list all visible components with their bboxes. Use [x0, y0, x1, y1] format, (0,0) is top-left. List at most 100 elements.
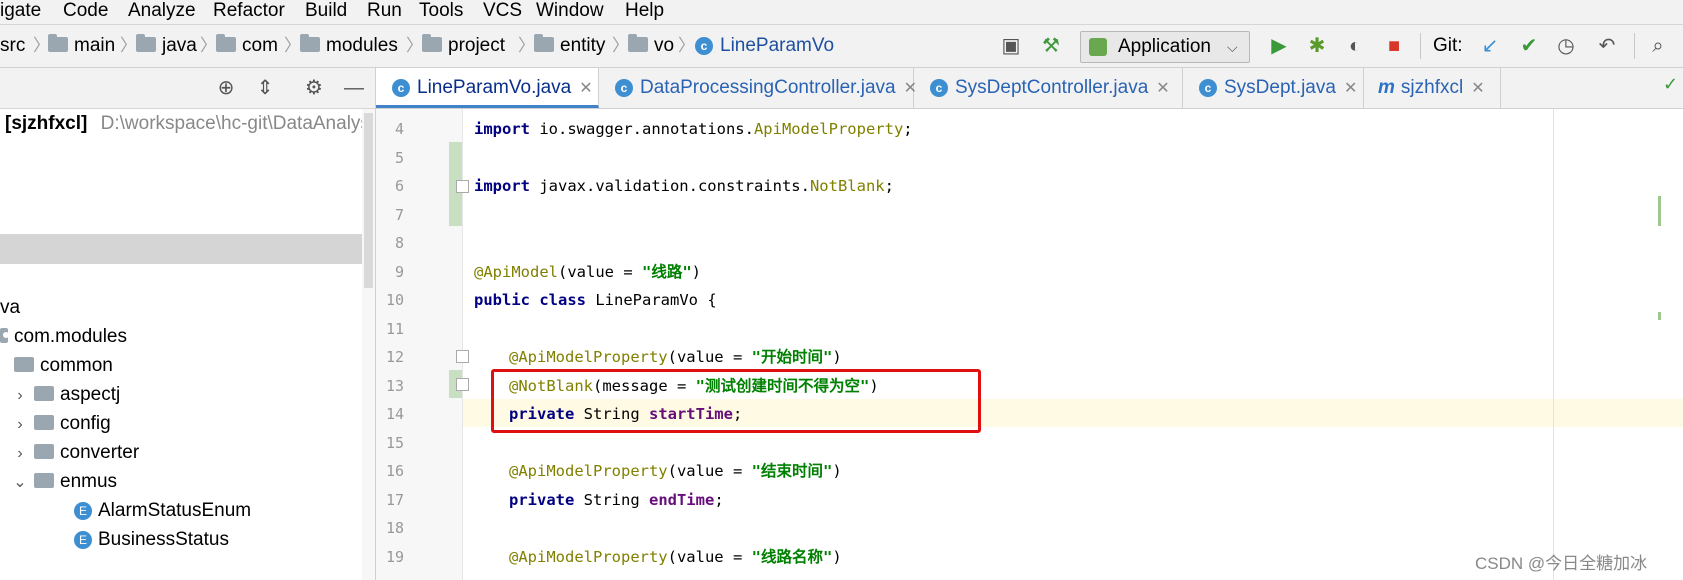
debug-icon[interactable]: ✱ — [1304, 33, 1330, 59]
git-update-icon[interactable]: ↙ — [1477, 33, 1503, 59]
line-number: 16 — [385, 462, 404, 480]
tree-item-alarmstatusenum[interactable]: E AlarmStatusEnum — [74, 496, 251, 526]
build-hammer-icon[interactable]: ⚒ — [1038, 33, 1064, 59]
tab-sysdeptcontroller[interactable]: c SysDeptController.java ✕ — [914, 68, 1183, 108]
locate-icon[interactable]: ⊕ — [213, 75, 239, 101]
chevron-down-icon: ⌵ — [1227, 39, 1238, 55]
tab-sysdept[interactable]: c SysDept.java ✕ — [1183, 68, 1364, 108]
rollback-icon[interactable]: ↶ — [1594, 33, 1620, 59]
menu-build[interactable]: Build — [305, 0, 347, 22]
project-panel-header: ⊕ ⇕ ⚙ — — [0, 68, 376, 109]
tree-item-common[interactable]: common — [14, 351, 113, 381]
breadcrumb-main[interactable]: main — [48, 25, 115, 67]
tab-dataprocessingcontroller[interactable]: c DataProcessingController.java ✕ — [599, 68, 917, 108]
code-line[interactable]: @ApiModelProperty(value = "结束时间") — [509, 461, 842, 481]
breadcrumb-project[interactable]: project — [422, 25, 505, 67]
coverage-icon[interactable]: ◐ — [1342, 33, 1368, 59]
menu-vcs[interactable]: VCS — [483, 0, 522, 22]
scroll-change-marker[interactable] — [1658, 312, 1661, 320]
project-tree: [sjzhfxcl] D:\workspace\hc-git\DataAnaly… — [0, 109, 370, 580]
collapse-icon[interactable]: ⇕ — [252, 75, 278, 101]
history-icon[interactable]: ◷ — [1553, 33, 1579, 59]
package-icon — [0, 328, 9, 343]
project-root-name: [sjzhfxcl] — [5, 113, 88, 134]
code-line[interactable]: @ApiModelProperty(value = "开始时间") — [509, 347, 842, 367]
close-icon[interactable]: ✕ — [1344, 80, 1357, 97]
chevron-right-icon[interactable]: › — [12, 439, 28, 469]
run-icon[interactable]: ▶ — [1266, 33, 1292, 59]
tree-item-config[interactable]: › config — [12, 409, 110, 440]
folder-icon — [216, 34, 236, 52]
git-label: Git: — [1433, 35, 1463, 56]
tree-item-enmus[interactable]: ⌄ enmus — [12, 467, 117, 497]
class-icon: c — [615, 79, 633, 97]
scrollbar-thumb[interactable] — [364, 113, 373, 288]
class-icon: c — [1199, 79, 1217, 97]
tree-item-aspectj[interactable]: › aspectj — [12, 380, 120, 410]
line-number: 13 — [385, 377, 404, 395]
project-root-path: D:\workspace\hc-git\DataAnalys — [100, 113, 370, 134]
project-root[interactable]: [sjzhfxcl] D:\workspace\hc-git\DataAnaly… — [5, 109, 370, 139]
code-line[interactable]: import javax.validation.constraints.NotB… — [474, 176, 894, 196]
code-line[interactable]: private String endTime; — [509, 490, 724, 510]
settings-icon[interactable]: ⚙ — [301, 75, 327, 101]
enum-icon: E — [74, 502, 92, 520]
menu-refactor[interactable]: Refactor — [213, 0, 285, 22]
search-icon[interactable]: ⌕ — [1645, 33, 1671, 59]
line-number: 4 — [394, 120, 404, 138]
folder-icon — [34, 473, 54, 488]
code-line[interactable]: public class LineParamVo { — [474, 290, 717, 310]
folder-icon — [422, 34, 442, 52]
breadcrumb-java[interactable]: java — [136, 25, 197, 67]
close-icon[interactable]: ✕ — [1156, 80, 1169, 97]
close-icon[interactable]: ✕ — [579, 80, 592, 97]
fold-icon[interactable] — [456, 378, 469, 391]
tree-item-java[interactable]: va — [0, 293, 20, 323]
selected-row[interactable] — [0, 234, 362, 264]
code-line[interactable]: import io.swagger.annotations.ApiModelPr… — [474, 119, 913, 139]
menu-help[interactable]: Help — [625, 0, 664, 22]
menu-code[interactable]: Code — [63, 0, 108, 22]
fold-icon[interactable] — [456, 180, 469, 193]
breadcrumb-lineparamvo[interactable]: c LineParamVo — [695, 25, 834, 67]
chevron-right-icon[interactable]: › — [12, 381, 28, 411]
tree-item-converter[interactable]: › converter — [12, 438, 139, 468]
project-scrollbar[interactable] — [362, 109, 376, 580]
menu-tools[interactable]: Tools — [419, 0, 463, 22]
code-line[interactable]: @ApiModel(value = "线路") — [474, 262, 701, 282]
inspection-ok-icon[interactable]: ✓ — [1663, 74, 1678, 95]
enum-icon: E — [74, 531, 92, 549]
tree-item-businessstatus[interactable]: E BusinessStatus — [74, 525, 229, 555]
class-icon: c — [392, 79, 410, 97]
folder-icon — [34, 415, 54, 430]
breadcrumb-modules[interactable]: modules — [300, 25, 398, 67]
breadcrumb-src[interactable]: src — [0, 25, 25, 67]
menu-run[interactable]: Run — [367, 0, 402, 22]
watermark: CSDN @今日全糖加冰 — [1475, 554, 1648, 573]
maven-icon: m — [1378, 77, 1395, 98]
scroll-change-marker[interactable] — [1658, 196, 1661, 226]
frame-icon[interactable]: ▣ — [998, 33, 1024, 59]
menu-analyze[interactable]: Analyze — [128, 0, 196, 22]
tab-lineparamvo[interactable]: c LineParamVo.java ✕ — [376, 68, 599, 108]
close-icon[interactable]: ✕ — [1471, 80, 1484, 97]
menu-navigate[interactable]: igate — [0, 0, 41, 22]
tree-item-com-modules[interactable]: com.modules — [0, 322, 127, 352]
menu-window[interactable]: Window — [536, 0, 604, 22]
editor-tabs: c LineParamVo.java ✕ c DataProcessingContro… — [376, 68, 1683, 109]
chevron-down-icon[interactable]: ⌄ — [12, 468, 28, 498]
breadcrumb-separator-icon: 〉 — [612, 36, 629, 55]
fold-icon[interactable] — [456, 350, 469, 363]
breadcrumb-separator-icon: 〉 — [678, 36, 695, 55]
run-configuration-select[interactable]: Application ⌵ — [1080, 31, 1250, 63]
tab-sjzhfxcl[interactable]: m sjzhfxcl ✕ — [1364, 68, 1501, 108]
hide-icon[interactable]: — — [341, 75, 367, 101]
breadcrumb-entity[interactable]: entity — [534, 25, 605, 67]
code-line[interactable]: @ApiModelProperty(value = "线路名称") — [509, 547, 842, 567]
breadcrumb-com[interactable]: com — [216, 25, 278, 67]
git-commit-icon[interactable]: ✔ — [1516, 33, 1542, 59]
stop-icon[interactable]: ■ — [1381, 33, 1407, 59]
chevron-right-icon[interactable]: › — [12, 410, 28, 440]
folder-icon — [534, 34, 554, 52]
breadcrumb-vo[interactable]: vo — [628, 25, 674, 67]
